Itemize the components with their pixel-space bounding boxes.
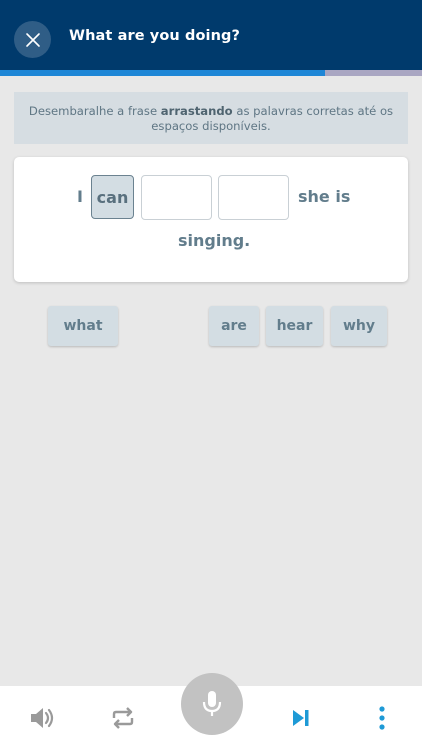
sentence-word-singing: singing.: [178, 231, 251, 250]
header-bar: What are you doing?: [0, 0, 422, 70]
repeat-icon: [112, 707, 134, 729]
speaker-icon: [31, 708, 54, 728]
sentence-word-she-is: she is: [298, 187, 351, 206]
repeat-button[interactable]: [107, 702, 139, 734]
progress-bar: [0, 70, 422, 76]
sentence-word-i: I: [77, 187, 83, 206]
answer-slot-2[interactable]: [141, 175, 212, 220]
instruction-box: Desembaralhe a frase arrastando as palav…: [14, 92, 408, 144]
microphone-icon: [202, 691, 222, 716]
audio-button[interactable]: [26, 702, 58, 734]
progress-fill: [0, 70, 325, 76]
more-button[interactable]: [366, 702, 398, 734]
close-button[interactable]: [14, 21, 51, 58]
answer-slot-3[interactable]: [218, 175, 289, 220]
close-icon: [25, 32, 40, 47]
sentence-card: I can she is singing.: [14, 157, 408, 282]
microphone-button[interactable]: [181, 673, 243, 735]
page-title: What are you doing?: [69, 28, 241, 44]
instruction-text: Desembaralhe a frase: [28, 104, 161, 118]
more-vertical-icon: [379, 706, 385, 730]
word-chip-why[interactable]: why: [331, 306, 387, 346]
skip-icon: [293, 710, 309, 726]
instruction-emphasis: arrastando: [160, 104, 233, 118]
word-chip-hear[interactable]: hear: [266, 306, 323, 346]
skip-button[interactable]: [285, 702, 317, 734]
placed-word: can: [96, 187, 129, 207]
answer-slot-1[interactable]: can: [91, 175, 134, 219]
word-chip-what[interactable]: what: [48, 306, 118, 346]
word-chip-are[interactable]: are: [209, 306, 259, 346]
